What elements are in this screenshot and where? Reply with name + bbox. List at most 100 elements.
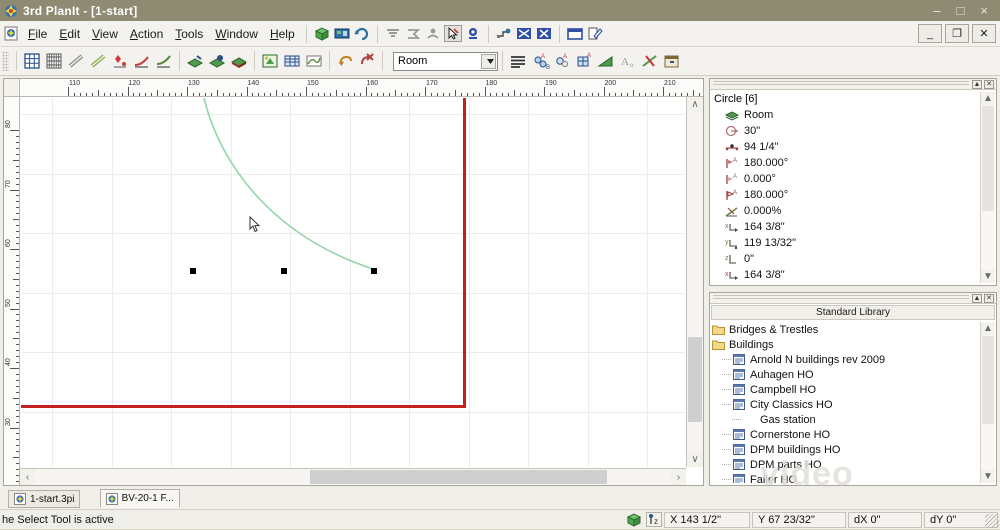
redo-icon[interactable] xyxy=(357,51,377,71)
horizontal-scroll-thumb[interactable] xyxy=(310,470,607,484)
track-flex-icon[interactable] xyxy=(88,51,108,71)
horizontal-ruler[interactable]: 110 120 130 140 150 160 170 180 190 200 210 xyxy=(20,79,703,97)
panel-drag-handle[interactable] xyxy=(713,81,969,87)
properties-scroll-thumb[interactable] xyxy=(982,106,994,211)
property-row[interactable]: A 180.000° xyxy=(712,187,979,203)
property-row[interactable]: z 0" xyxy=(712,251,979,267)
scroll-right-button[interactable]: › xyxy=(671,469,686,485)
properties-scroll-up[interactable]: ▲ xyxy=(981,92,995,105)
elevation-icon[interactable] xyxy=(304,51,324,71)
canvas-vertical-scrollbar[interactable]: ∧ ∨ xyxy=(686,97,703,467)
chevron-down-icon[interactable] xyxy=(481,53,496,69)
track-straight-icon[interactable] xyxy=(66,51,86,71)
terrain-paint-icon[interactable] xyxy=(185,51,205,71)
property-row[interactable]: 0.000% xyxy=(712,203,979,219)
library-tree-item[interactable]: Cornerstone HO xyxy=(712,427,979,442)
property-row[interactable]: A 0.000° xyxy=(712,171,979,187)
property-row[interactable]: 94 1/4" xyxy=(712,139,979,155)
mdi-restore-button[interactable]: ❐ xyxy=(945,24,969,43)
library-tree-item[interactable]: Faller HO xyxy=(712,472,979,483)
maximize-button[interactable]: □ xyxy=(957,4,965,17)
grid-fine-icon[interactable] xyxy=(44,51,64,71)
property-row[interactable]: x 164 3/8" xyxy=(712,267,979,283)
panel-pin-button[interactable]: ▲ xyxy=(972,79,982,89)
library-pin-button[interactable]: ▲ xyxy=(972,293,982,303)
library-scroll-up[interactable]: ▲ xyxy=(981,322,995,335)
select-tool-icon[interactable] xyxy=(443,25,462,42)
panel-close-button[interactable]: ✕ xyxy=(984,79,994,89)
property-row[interactable]: y 119 13/32" xyxy=(712,235,979,251)
properties-panel-titlebar[interactable]: ▲ ✕ xyxy=(710,79,996,90)
terrain-edit-icon[interactable] xyxy=(207,51,227,71)
library-close-button[interactable]: ✕ xyxy=(984,293,994,303)
library-scroll-down[interactable]: ▼ xyxy=(981,470,995,483)
render-scene-icon[interactable] xyxy=(333,25,351,42)
terrain-solid-icon[interactable] xyxy=(229,51,249,71)
room-boundary-vertical[interactable] xyxy=(463,98,466,408)
library-tree-item[interactable]: Auhagen HO xyxy=(712,367,979,382)
canvas-horizontal-scrollbar[interactable]: ‹ › xyxy=(20,468,686,485)
library-tree-item[interactable]: DPM buildings HO xyxy=(712,442,979,457)
property-row[interactable]: A 180.000° xyxy=(712,155,979,171)
library-tree-item[interactable]: Bridges & Trestles xyxy=(712,322,979,337)
document-app-icon[interactable] xyxy=(4,26,19,41)
scroll-left-button[interactable]: ‹ xyxy=(20,469,35,485)
document-tab[interactable]: BV-20-1 F... xyxy=(99,489,180,508)
control-handle[interactable] xyxy=(371,268,377,274)
snap-b-icon[interactable]: A xyxy=(552,51,572,71)
library-scrollbar[interactable]: ▲ ▼ xyxy=(980,322,995,483)
library-panel-titlebar[interactable]: ▲ ✕ xyxy=(710,293,996,304)
align-icon[interactable] xyxy=(508,51,528,71)
control-handle[interactable] xyxy=(190,268,196,274)
transition-icon[interactable] xyxy=(154,51,174,71)
library-tree-item[interactable]: Gas station xyxy=(712,412,979,427)
mdi-close-button[interactable]: ✕ xyxy=(972,24,996,43)
scenery-icon[interactable] xyxy=(260,51,280,71)
mdi-minimize-button[interactable]: _ xyxy=(918,24,942,43)
spline-curve[interactable] xyxy=(21,98,685,467)
library-scroll-thumb[interactable] xyxy=(982,336,994,424)
menu-window[interactable]: Window xyxy=(209,25,264,43)
close-button[interactable]: × xyxy=(980,4,988,17)
grid-toggle-icon[interactable] xyxy=(22,51,42,71)
properties-icon[interactable] xyxy=(662,51,682,71)
properties-scroll-down[interactable]: ▼ xyxy=(981,270,995,283)
property-row[interactable]: Room xyxy=(712,107,979,123)
property-row[interactable]: x 164 3/8" xyxy=(712,219,979,235)
undo-icon[interactable] xyxy=(335,51,355,71)
snap-a-b-icon[interactable]: AB xyxy=(530,51,550,71)
menu-file[interactable]: File xyxy=(22,25,53,43)
3d-box-icon[interactable] xyxy=(626,512,642,527)
properties-scrollbar[interactable]: ▲ ▼ xyxy=(980,92,995,283)
top-view-icon[interactable] xyxy=(384,25,402,42)
elevation-tool-icon[interactable] xyxy=(596,51,616,71)
table-icon[interactable] xyxy=(282,51,302,71)
3d-view-icon[interactable] xyxy=(313,25,331,42)
library-tree-item[interactable]: DPM parts HO xyxy=(712,457,979,472)
scroll-down-button[interactable]: ∨ xyxy=(687,452,703,467)
menu-action[interactable]: Action xyxy=(124,25,169,43)
minimize-button[interactable]: – xyxy=(933,4,940,17)
library-tree-item[interactable]: Arnold N buildings rev 2009 xyxy=(712,352,979,367)
object-properties-icon[interactable] xyxy=(495,25,513,42)
library-tree-item[interactable]: Buildings xyxy=(712,337,979,352)
library-tree-item[interactable]: Campbell HO xyxy=(712,382,979,397)
perspective-view-icon[interactable] xyxy=(424,25,442,42)
zoom-extents-icon[interactable] xyxy=(515,25,533,42)
text-tool-icon[interactable]: Ao xyxy=(618,51,638,71)
front-view-icon[interactable] xyxy=(404,25,422,42)
resize-grip[interactable] xyxy=(985,514,999,528)
document-tab[interactable]: 1-start.3pi xyxy=(8,490,81,508)
refresh-view-icon[interactable] xyxy=(353,25,371,42)
library-tree-item[interactable]: City Classics HO xyxy=(712,397,979,412)
library-drag-handle[interactable] xyxy=(713,295,969,301)
zoom-target-icon[interactable] xyxy=(464,25,482,42)
library-header[interactable]: Standard Library xyxy=(711,305,995,320)
snap-grid-icon[interactable]: A xyxy=(574,51,594,71)
toolbar-grip[interactable] xyxy=(2,51,9,71)
room-boundary-horizontal[interactable] xyxy=(21,405,466,408)
z-axis-icon[interactable]: z xyxy=(646,512,662,527)
vertical-scroll-thumb[interactable] xyxy=(688,337,702,422)
menu-edit[interactable]: Edit xyxy=(53,25,86,43)
menu-view[interactable]: View xyxy=(86,25,124,43)
